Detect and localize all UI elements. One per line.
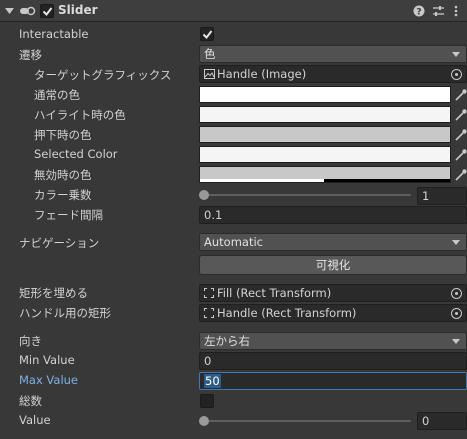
fill-rect-field[interactable]: Fill (Rect Transform) xyxy=(199,284,467,302)
component-enabled-checkbox[interactable] xyxy=(40,4,54,18)
object-picker-icon[interactable] xyxy=(451,308,462,319)
visualize-button-label: 可視化 xyxy=(315,258,351,272)
min-value-value: 0 xyxy=(204,354,212,368)
svg-text:?: ? xyxy=(416,8,421,18)
fade-duration-input[interactable]: 0.1 xyxy=(199,206,467,224)
color-multiplier-label: カラー乗数 xyxy=(34,188,92,202)
highlighted-color-swatch[interactable] xyxy=(199,106,451,123)
value-input[interactable]: 0 xyxy=(417,412,467,430)
color-multiplier-value: 1 xyxy=(422,189,430,203)
value-slider-track[interactable] xyxy=(203,420,411,422)
disabled-color-label: 無効時の色 xyxy=(34,168,92,182)
navigation-dropdown[interactable]: Automatic xyxy=(199,233,467,251)
highlighted-color-label: ハイライト時の色 xyxy=(34,108,126,122)
handle-rect-label: ハンドル用の矩形 xyxy=(19,306,111,320)
component-header: Slider ? xyxy=(0,0,467,22)
visualize-button[interactable]: 可視化 xyxy=(199,255,467,275)
handle-rect-value: Handle (Rect Transform) xyxy=(217,306,357,320)
eyedropper-icon[interactable] xyxy=(454,128,467,142)
whole-numbers-checkbox[interactable] xyxy=(200,394,214,408)
rect-transform-icon xyxy=(204,288,214,298)
target-graphic-value: Handle (Image) xyxy=(217,67,307,81)
color-multiplier-slider-handle[interactable] xyxy=(199,190,209,200)
fill-rect-label: 矩形を埋める xyxy=(19,286,88,300)
whole-numbers-label: 総数 xyxy=(19,394,42,408)
normal-color-label: 通常の色 xyxy=(34,88,80,102)
value-label: Value xyxy=(19,413,51,427)
eyedropper-icon[interactable] xyxy=(454,148,467,162)
chevron-down-icon xyxy=(452,52,460,57)
min-value-input[interactable]: 0 xyxy=(199,352,467,370)
min-value-label: Min Value xyxy=(19,353,75,367)
chevron-down-icon xyxy=(452,339,460,344)
rect-transform-icon xyxy=(204,308,214,318)
eyedropper-icon[interactable] xyxy=(454,168,467,182)
checkmark-icon xyxy=(202,30,213,40)
navigation-value: Automatic xyxy=(204,235,263,249)
value-slider-handle[interactable] xyxy=(199,416,209,426)
interactable-label: Interactable xyxy=(19,27,89,41)
navigation-label: ナビゲーション xyxy=(19,236,100,250)
selected-color-swatch[interactable] xyxy=(199,146,451,163)
max-value-label: Max Value xyxy=(19,373,79,387)
selected-color-label: Selected Color xyxy=(34,147,118,161)
interactable-checkbox[interactable] xyxy=(200,27,214,41)
target-graphic-label: ターゲットグラフィックス xyxy=(34,68,172,82)
target-graphic-field[interactable]: Handle (Image) xyxy=(199,65,467,83)
transition-label: 遷移 xyxy=(19,48,42,62)
direction-label: 向き xyxy=(19,334,42,348)
eyedropper-icon[interactable] xyxy=(454,108,467,122)
chevron-down-icon xyxy=(452,240,460,245)
max-value-value: 50 xyxy=(204,374,221,388)
image-icon xyxy=(204,69,215,79)
alpha-bar-filled xyxy=(200,179,324,182)
object-picker-icon[interactable] xyxy=(451,69,462,80)
object-picker-icon[interactable] xyxy=(451,288,462,299)
direction-dropdown[interactable]: 左から右 xyxy=(199,332,467,350)
more-icon[interactable] xyxy=(453,4,459,18)
handle-rect-field[interactable]: Handle (Rect Transform) xyxy=(199,304,467,322)
value-value: 0 xyxy=(422,414,430,428)
color-multiplier-slider-track[interactable] xyxy=(203,194,411,196)
max-value-input[interactable]: 50 xyxy=(199,372,467,390)
checkmark-icon xyxy=(42,7,53,17)
fade-duration-value: 0.1 xyxy=(204,208,223,222)
normal-color-swatch[interactable] xyxy=(199,86,451,103)
fade-duration-label: フェード間隔 xyxy=(34,208,103,222)
presets-icon[interactable] xyxy=(432,5,445,17)
pressed-color-swatch[interactable] xyxy=(199,126,451,143)
help-icon[interactable]: ? xyxy=(413,5,425,17)
pressed-color-label: 押下時の色 xyxy=(34,128,92,142)
alpha-bar-empty xyxy=(324,179,450,182)
transition-value: 色 xyxy=(204,47,216,61)
foldout-arrow-icon[interactable] xyxy=(5,8,14,15)
fill-rect-value: Fill (Rect Transform) xyxy=(217,286,332,300)
component-title: Slider xyxy=(58,3,98,17)
transition-dropdown[interactable]: 色 xyxy=(199,45,467,63)
script-toggle-icon xyxy=(20,6,36,16)
eyedropper-icon[interactable] xyxy=(454,88,467,102)
color-multiplier-input[interactable]: 1 xyxy=(417,187,467,205)
disabled-color-swatch[interactable] xyxy=(199,166,451,183)
direction-value: 左から右 xyxy=(204,334,250,348)
